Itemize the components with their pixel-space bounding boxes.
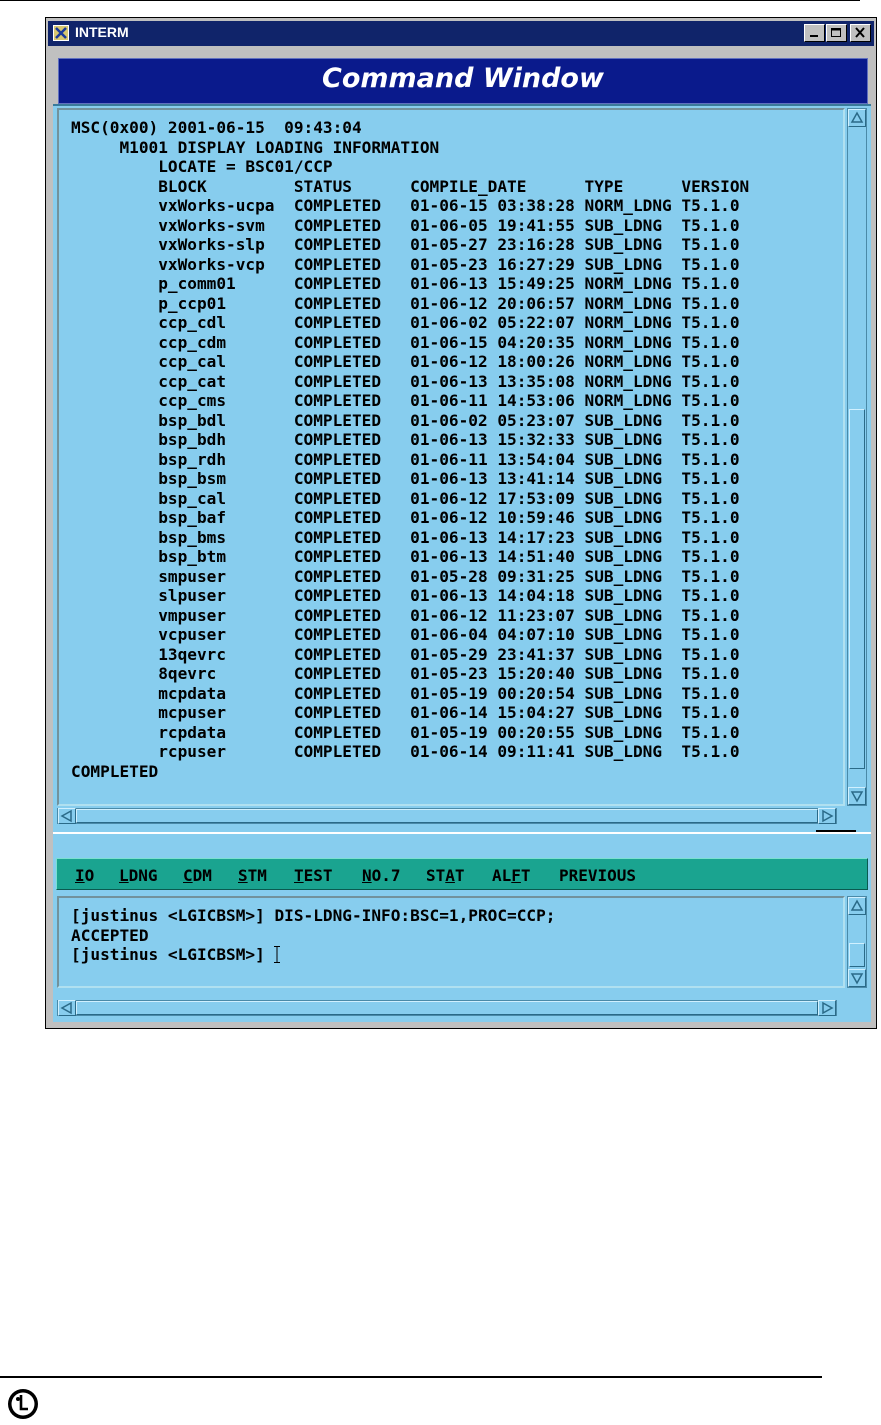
scroll-down-icon: [850, 791, 864, 803]
console-scroll-up-button[interactable]: [848, 897, 866, 915]
output-panel: MSC(0x00) 2001-06-15 09:43:04 M1001 DISP…: [53, 104, 871, 832]
output-column-headers: BLOCK STATUS COMPILE_DATE TYPE VERSION: [71, 176, 750, 196]
maximize-icon: [831, 28, 841, 37]
output-horizontal-scrollbar[interactable]: [57, 808, 837, 824]
output-table-row: smpuser COMPLETED 01-05-28 09:31:25 SUB_…: [71, 566, 740, 586]
console-vertical-scroll-thumb[interactable]: [849, 943, 865, 967]
output-table-row: vxWorks-svm COMPLETED 01-06-05 19:41:55 …: [71, 215, 740, 235]
scroll-right-icon: [822, 809, 834, 823]
footer-rule: [0, 1376, 822, 1378]
output-table-row: bsp_bms COMPLETED 01-06-13 14:17:23 SUB_…: [71, 527, 740, 547]
output-locate-line: LOCATE = BSC01/CCP: [71, 157, 333, 176]
console-horizontal-scrollbar[interactable]: [57, 1000, 837, 1016]
output-header-line: MSC(0x00) 2001-06-15 09:43:04: [71, 118, 362, 137]
output-table-row: bsp_rdh COMPLETED 01-06-11 13:54:04 SUB_…: [71, 449, 740, 469]
output-table-row: bsp_cal COMPLETED 01-06-12 17:53:09 SUB_…: [71, 488, 740, 508]
console-scroll-right-button[interactable]: [818, 1000, 836, 1016]
scroll-left-icon: [60, 1001, 72, 1015]
menu-item-previous[interactable]: PREVIOUS: [559, 866, 636, 885]
menu-item-alft[interactable]: ALFT: [492, 866, 531, 885]
menu-item-io[interactable]: IO: [75, 866, 94, 885]
output-table-row: rcpuser COMPLETED 01-06-14 09:11:41 SUB_…: [71, 742, 740, 761]
console-line: ACCEPTED: [71, 925, 149, 945]
scroll-left-icon: [60, 809, 72, 823]
console-scroll-left-button[interactable]: [58, 1000, 76, 1016]
window-title: INTERM: [75, 24, 129, 40]
lg-logo-icon: [8, 1389, 38, 1419]
text-cursor-icon: [274, 946, 281, 963]
scroll-right-button[interactable]: [818, 808, 836, 824]
output-table-row: vcpuser COMPLETED 01-06-04 04:07:10 SUB_…: [71, 625, 740, 644]
minimize-icon: [810, 35, 818, 37]
console-line: [justinus <LGICBSM>] DIS-LDNG-INFO:BSC=1…: [71, 906, 556, 925]
menu-item-test[interactable]: TEST: [294, 866, 333, 885]
console-area[interactable]: [justinus <LGICBSM>] DIS-LDNG-INFO:BSC=1…: [57, 896, 845, 988]
output-table-row: bsp_bdl COMPLETED 01-06-02 05:23:07 SUB_…: [71, 410, 740, 430]
command-menu-bar: IO LDNG CDM STM TEST NO.7 STAT ALFT PREVIOUS: [56, 858, 868, 890]
command-window-header: Command Window: [58, 58, 868, 104]
app-icon[interactable]: [53, 25, 69, 41]
output-table-row: bsp_btm COMPLETED 01-06-13 14:51:40 SUB_…: [71, 547, 740, 566]
output-table-row: bsp_bdh COMPLETED 01-06-13 15:32:33 SUB_…: [71, 430, 740, 449]
scroll-up-button[interactable]: [848, 109, 866, 127]
console-vertical-scrollbar[interactable]: [847, 896, 867, 988]
output-table-row: mcpuser COMPLETED 01-06-14 15:04:27 SUB_…: [71, 703, 740, 722]
scroll-right-icon: [822, 1001, 834, 1015]
output-table-row: ccp_cdm COMPLETED 01-06-15 04:20:35 NORM…: [71, 332, 740, 352]
close-icon: [855, 27, 865, 38]
scroll-up-icon: [850, 111, 864, 123]
console-output: [justinus <LGICBSM>] DIS-LDNG-INFO:BSC=1…: [71, 906, 555, 965]
output-table-row: slpuser COMPLETED 01-06-13 14:04:18 SUB_…: [71, 586, 740, 605]
command-window-title: Command Window: [322, 63, 604, 94]
menu-item-cdm[interactable]: CDM: [183, 866, 212, 885]
output-table-row: vxWorks-ucpa COMPLETED 01-06-15 03:38:28…: [71, 196, 740, 215]
scroll-down-button[interactable]: [848, 787, 866, 805]
output-table-row: p_comm01 COMPLETED 01-06-13 15:49:25 NOR…: [71, 274, 740, 293]
output-table-row: ccp_cat COMPLETED 01-06-13 13:35:08 NORM…: [71, 371, 740, 391]
scroll-down-icon: [850, 973, 864, 985]
minimize-button[interactable]: [804, 24, 825, 42]
output-table-row: ccp_cms COMPLETED 01-06-11 14:53:06 NORM…: [71, 391, 740, 410]
output-area[interactable]: MSC(0x00) 2001-06-15 09:43:04 M1001 DISP…: [57, 108, 845, 806]
output-vertical-scroll-thumb[interactable]: [849, 409, 865, 769]
scroll-left-button[interactable]: [58, 808, 76, 824]
menu-item-ldng[interactable]: LDNG: [119, 866, 158, 885]
menu-item-stat[interactable]: STAT: [426, 866, 465, 885]
output-table-row: 8qevrc COMPLETED 01-05-23 15:20:40 SUB_L…: [71, 664, 740, 683]
console-prompt: [justinus <LGICBSM>]: [71, 945, 275, 964]
console-horizontal-scroll-thumb[interactable]: [76, 1001, 818, 1015]
output-horizontal-scroll-thumb[interactable]: [76, 809, 818, 823]
output-table-row: mcpdata COMPLETED 01-05-19 00:20:54 SUB_…: [71, 683, 740, 703]
output-table-row: vmpuser COMPLETED 01-06-12 11:23:07 SUB_…: [71, 605, 740, 625]
console-scroll-down-button[interactable]: [848, 969, 866, 987]
output-footer-line: COMPLETED: [71, 761, 159, 781]
output-table-row: ccp_cdl COMPLETED 01-06-02 05:22:07 NORM…: [71, 313, 740, 332]
menu-item-no7[interactable]: NO.7: [362, 866, 401, 885]
output-table-row: vxWorks-slp COMPLETED 01-05-27 23:16:28 …: [71, 235, 740, 254]
close-button[interactable]: [850, 24, 871, 42]
output-command-line: M1001 DISPLAY LOADING INFORMATION: [71, 137, 440, 157]
output-table-row: ccp_cal COMPLETED 01-06-12 18:00:26 NORM…: [71, 352, 740, 371]
output-vertical-scrollbar[interactable]: [847, 108, 867, 806]
terminal-output: MSC(0x00) 2001-06-15 09:43:04 M1001 DISP…: [71, 118, 749, 781]
scroll-up-icon: [850, 899, 864, 911]
output-table-row: p_ccp01 COMPLETED 01-06-12 20:06:57 NORM…: [71, 293, 740, 313]
menu-item-stm[interactable]: STM: [238, 866, 267, 885]
output-table-row: bsp_baf COMPLETED 01-06-12 10:59:46 SUB_…: [71, 508, 740, 527]
title-bar[interactable]: INTERM: [48, 21, 874, 46]
top-rule: [0, 0, 860, 1]
output-table-row: rcpdata COMPLETED 01-05-19 00:20:55 SUB_…: [71, 722, 740, 742]
output-table-row: 13qevrc COMPLETED 01-05-29 23:41:37 SUB_…: [71, 644, 740, 664]
interm-window: INTERM Command Window MSC(0x00) 2001-06-…: [45, 17, 877, 1029]
maximize-button[interactable]: [826, 24, 847, 42]
input-panel: IO LDNG CDM STM TEST NO.7 STAT ALFT PREVIOUS [ju…: [53, 832, 871, 1022]
output-table-row: vxWorks-vcp COMPLETED 01-05-23 16:27:29 …: [71, 254, 740, 274]
output-table-row: bsp_bsm COMPLETED 01-06-13 13:41:14 SUB_…: [71, 469, 740, 488]
